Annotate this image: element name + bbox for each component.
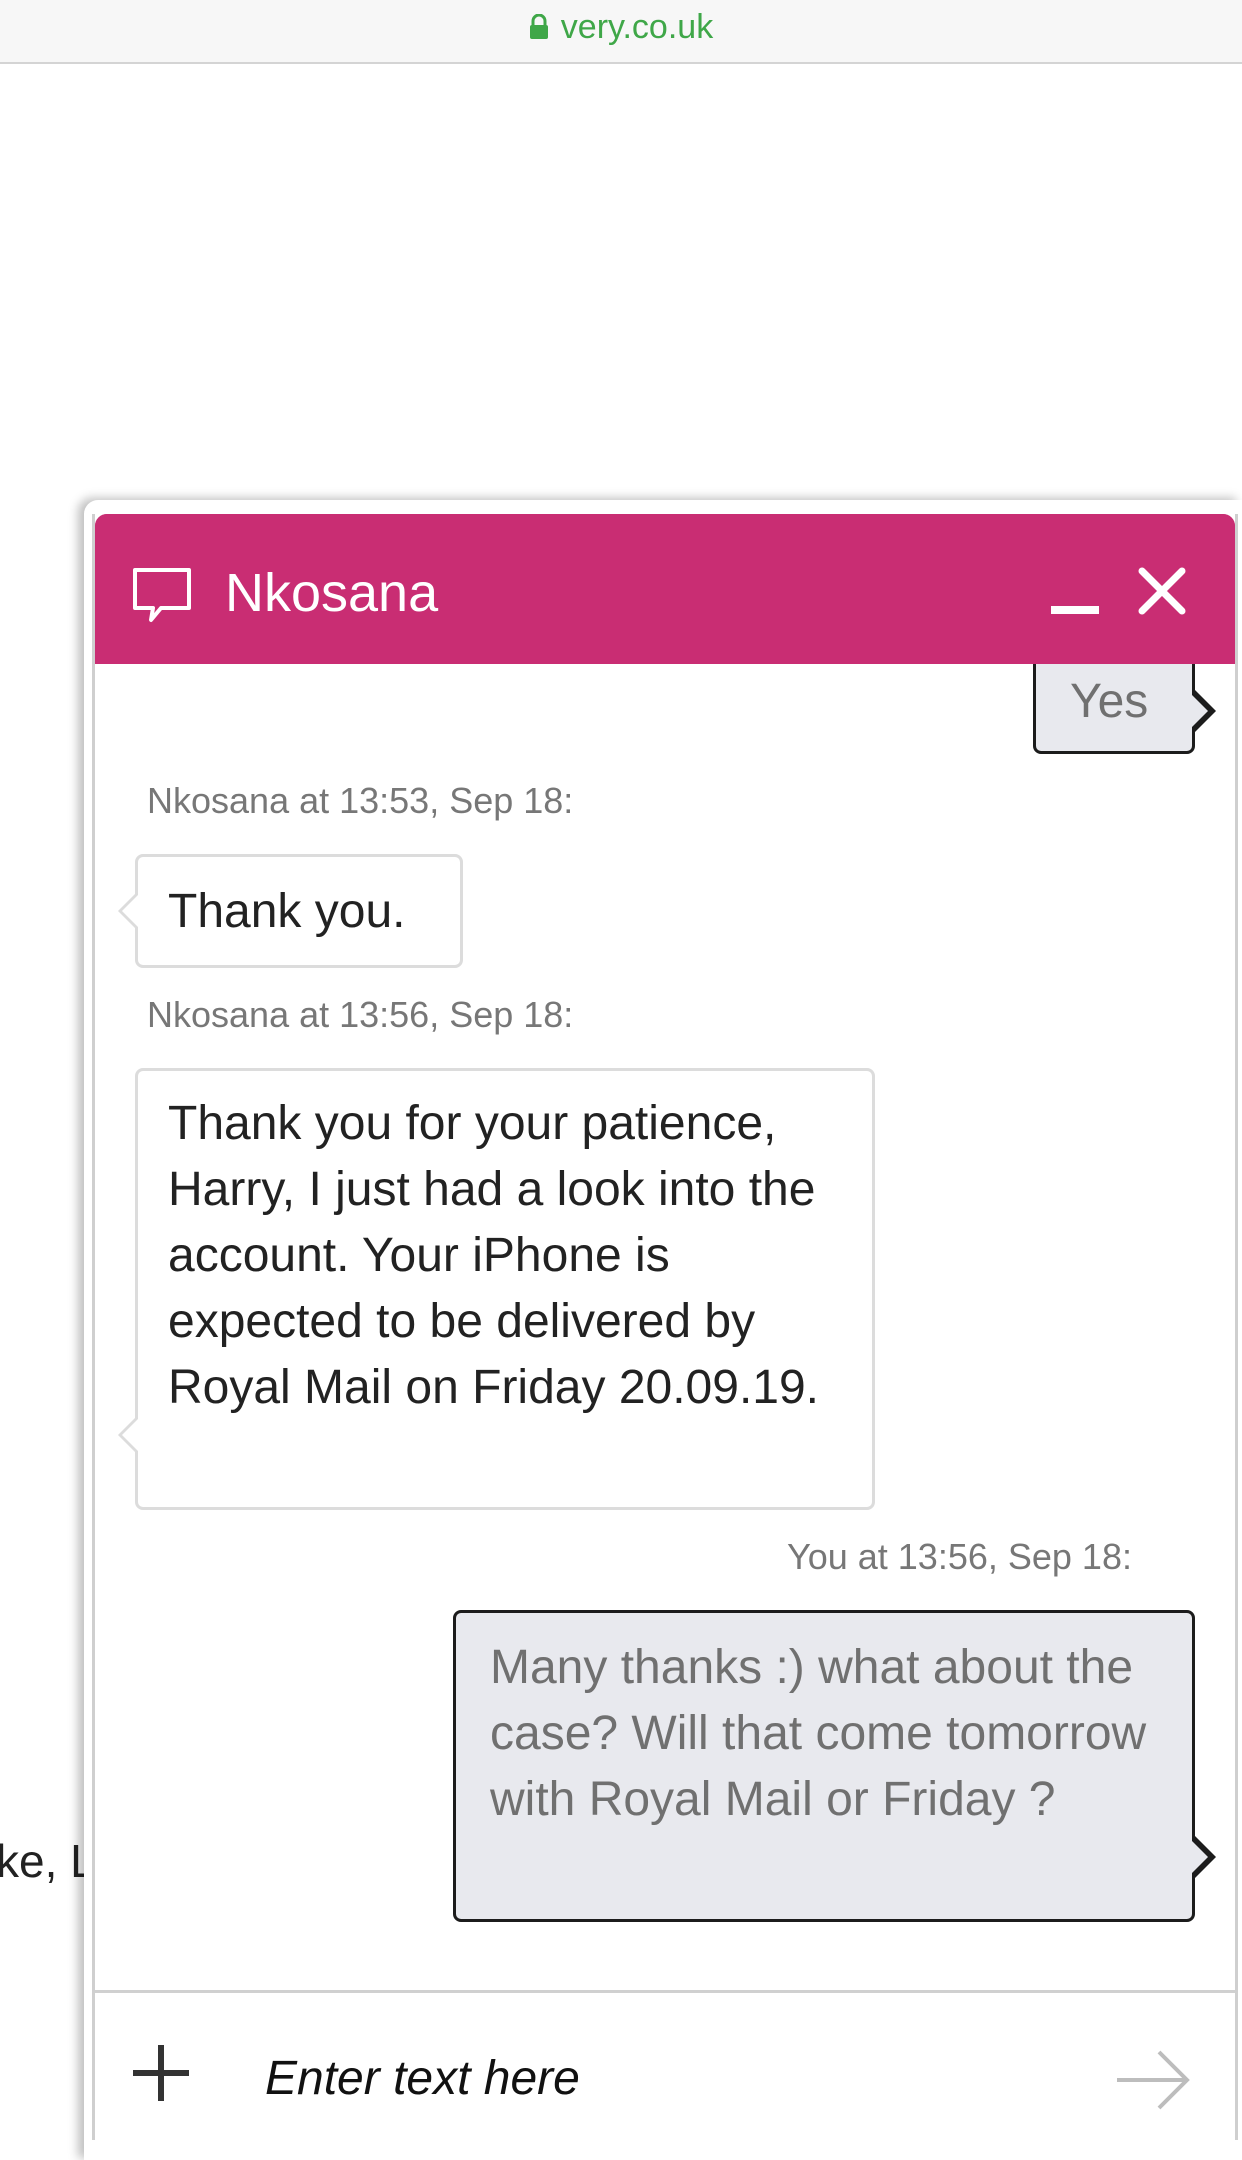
bubble-tail	[1188, 687, 1216, 735]
message-meta: Nkosana at 13:56, Sep 18:	[147, 994, 574, 1035]
message-text: Many thanks :) what about the case? Will…	[490, 1641, 1147, 1826]
agent-name: Nkosana	[225, 563, 439, 623]
close-icon[interactable]	[1137, 566, 1187, 621]
url-display: very.co.uk	[529, 8, 713, 47]
user-message: Yes	[1033, 634, 1216, 754]
message-text: Thank you for your patience, Harry, I ju…	[168, 1097, 819, 1414]
user-message: Many thanks :) what about the case? Will…	[453, 1610, 1216, 1922]
chat-bubble-icon	[131, 566, 195, 631]
plus-icon[interactable]	[131, 2043, 191, 2108]
url-bar[interactable]: very.co.uk	[0, 0, 1242, 64]
url-text: very.co.uk	[560, 7, 714, 46]
agent-message: Thank you.	[118, 854, 463, 968]
send-arrow-icon[interactable]	[1115, 2049, 1191, 2116]
chat-input-bar	[95, 1990, 1235, 2143]
bubble-tail	[1188, 1833, 1216, 1881]
agent-message: Thank you for your patience, Harry, I ju…	[118, 1068, 875, 1510]
message-text: Yes	[1070, 675, 1149, 728]
chat-window: Nkosana Yes Nkosana Nkosana at 13:53, Se…	[92, 514, 1238, 2143]
message-text: Thank you.	[168, 885, 406, 938]
minimize-icon[interactable]	[1051, 606, 1099, 614]
message-meta: You at 13:56, Sep 18:	[787, 1536, 1132, 1577]
lock-icon	[529, 14, 549, 40]
bubble-tail	[118, 1415, 139, 1455]
bubble-tail	[118, 891, 139, 931]
message-meta: Nkosana at 13:53, Sep 18:	[147, 780, 574, 821]
message-input[interactable]	[265, 2043, 985, 2113]
